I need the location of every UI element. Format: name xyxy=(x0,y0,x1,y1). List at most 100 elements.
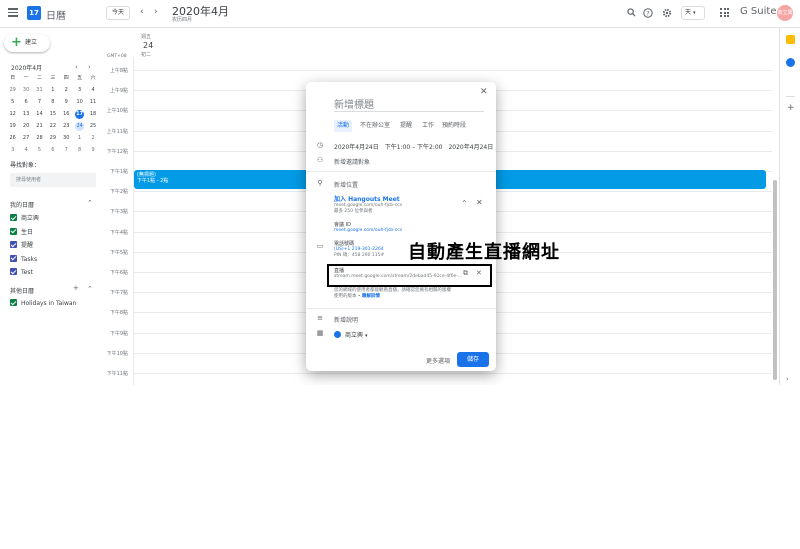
mini-calendar-day[interactable]: 3 xyxy=(75,86,84,95)
learn-more-link[interactable]: 瞭解詳情 xyxy=(362,294,380,299)
mini-calendar-day[interactable]: 6 xyxy=(22,98,31,107)
mini-calendar-day[interactable]: 20 xyxy=(22,122,31,131)
day-number[interactable]: 24 xyxy=(143,41,153,50)
mini-calendar-day[interactable]: 5 xyxy=(8,98,17,107)
add-description-field[interactable]: 新增說明 xyxy=(334,315,358,324)
mini-calendar-day[interactable]: 15 xyxy=(48,110,57,119)
mini-calendar-day[interactable]: 14 xyxy=(35,110,44,119)
checkbox-icon[interactable] xyxy=(10,268,17,275)
add-calendar-icon[interactable]: + xyxy=(73,284,79,292)
chevron-right-icon[interactable]: › xyxy=(154,7,158,17)
remove-conference-icon[interactable]: ✕ xyxy=(476,198,483,207)
event-datetime[interactable]: 2020年4月24日 下午1:00 – 下午2:00 2020年4月24日 xyxy=(334,142,493,151)
checkbox-icon[interactable] xyxy=(10,254,17,262)
search-icon[interactable] xyxy=(626,8,636,18)
chevron-up-icon[interactable]: ⌃ xyxy=(87,199,93,207)
mini-calendar-day[interactable]: 12 xyxy=(8,110,17,119)
mini-calendar-day[interactable]: 6 xyxy=(48,146,57,155)
checkbox-icon[interactable] xyxy=(10,241,17,248)
tab-task[interactable]: 工作 xyxy=(422,120,434,132)
chevron-up-icon[interactable]: ⌃ xyxy=(461,199,468,208)
mini-calendar-day[interactable]: 13 xyxy=(22,110,31,119)
mini-calendar-day[interactable]: 2 xyxy=(62,86,71,95)
other-calendars-title[interactable]: 其他日曆 xyxy=(10,286,34,295)
mini-calendar-day[interactable]: 1 xyxy=(75,134,84,143)
hour-label: 下午5點 xyxy=(109,249,128,256)
mini-calendar-day[interactable]: 23 xyxy=(62,122,71,131)
mini-calendar-day[interactable]: 28 xyxy=(35,134,44,143)
chevron-left-icon[interactable]: ‹ xyxy=(140,7,144,17)
mini-calendar-day[interactable]: 30 xyxy=(62,134,71,143)
mini-next-icon[interactable]: › xyxy=(88,63,91,71)
tab-out-of-office[interactable]: 不在辦公室 xyxy=(360,120,390,132)
mini-prev-icon[interactable]: ‹ xyxy=(75,63,78,71)
more-options-button[interactable]: 更多選項 xyxy=(426,356,450,365)
mini-calendar-day[interactable]: 2 xyxy=(89,134,98,143)
join-hangouts-link[interactable]: 加入 Hangouts Meet xyxy=(334,194,402,203)
apps-grid-icon[interactable] xyxy=(720,8,729,17)
mini-calendar-day[interactable]: 4 xyxy=(22,146,31,155)
mini-calendar-day[interactable]: 10 xyxy=(75,98,84,107)
checkbox-icon[interactable] xyxy=(10,214,17,221)
calendar-list-item[interactable]: 生日 xyxy=(10,227,33,237)
add-addon-icon[interactable]: + xyxy=(787,104,795,113)
mini-calendar-day[interactable]: 4 xyxy=(89,86,98,95)
mini-calendar-day[interactable]: 7 xyxy=(35,98,44,107)
event-title-input[interactable]: 新增標題 xyxy=(334,96,484,112)
mini-calendar-day[interactable]: 24 xyxy=(75,122,85,131)
mini-calendar-day[interactable]: 22 xyxy=(48,122,57,131)
mini-calendar-day[interactable]: 1 xyxy=(48,86,57,95)
chevron-up-icon[interactable]: ⌃ xyxy=(87,285,93,293)
mini-calendar-day[interactable]: 27 xyxy=(22,134,31,143)
view-select[interactable]: 天 ▾ xyxy=(681,6,705,20)
calendar-list-item[interactable]: 提醒 xyxy=(10,241,33,250)
avatar[interactable]: 商立興 xyxy=(777,5,793,21)
my-calendars-title[interactable]: 我的日曆 xyxy=(10,200,34,209)
create-button-label: 建立 xyxy=(25,39,38,46)
scrollbar[interactable] xyxy=(773,180,777,380)
calendar-list-item[interactable]: Tasks xyxy=(10,254,37,264)
keep-icon[interactable] xyxy=(786,35,795,44)
chevron-right-icon[interactable]: › xyxy=(786,375,789,383)
mini-calendar-day[interactable]: 17 xyxy=(75,110,85,119)
mini-calendar-day[interactable]: 21 xyxy=(35,122,44,131)
add-location-field[interactable]: 新增位置 xyxy=(334,180,358,189)
create-button[interactable]: + 建立 xyxy=(4,34,50,52)
search-people-input[interactable]: 搜尋使用者 xyxy=(10,173,96,187)
help-icon[interactable]: ? xyxy=(643,8,653,18)
mini-calendar-day[interactable]: 7 xyxy=(62,146,71,155)
mini-calendar-day[interactable]: 29 xyxy=(48,134,57,143)
mini-calendar-day[interactable]: 11 xyxy=(89,98,98,107)
mini-calendar-day[interactable]: 31 xyxy=(35,86,44,95)
add-guests-field[interactable]: 新增邀請對象 xyxy=(334,157,370,166)
tab-reminder[interactable]: 提醒 xyxy=(400,120,412,132)
tasks-icon[interactable] xyxy=(786,58,795,67)
mini-calendar-day[interactable]: 16 xyxy=(62,110,71,119)
calendar-owner-select[interactable]: 商立興 ▾ xyxy=(334,330,367,339)
gear-icon[interactable] xyxy=(662,8,672,18)
checkbox-icon[interactable] xyxy=(10,299,17,306)
main-menu-icon[interactable] xyxy=(8,8,18,17)
calendar-list-item[interactable]: 商立興 xyxy=(10,214,39,223)
meeting-id-link[interactable]: meet.google.com/ouh-fjcb-ccs xyxy=(334,228,402,233)
view-select-value: 天 xyxy=(685,9,692,16)
checkbox-icon[interactable] xyxy=(10,227,17,235)
mini-calendar-day[interactable]: 3 xyxy=(8,146,17,155)
calendar-list-item[interactable]: Test xyxy=(10,268,33,277)
mini-calendar-day[interactable]: 26 xyxy=(8,134,17,143)
calendar-list-item[interactable]: Holidays in Taiwan xyxy=(10,299,76,308)
mini-calendar-day[interactable]: 18 xyxy=(89,110,98,119)
mini-calendar-day[interactable]: 9 xyxy=(62,98,71,107)
tab-event[interactable]: 活動 xyxy=(334,120,353,132)
mini-calendar-day[interactable]: 9 xyxy=(89,146,98,155)
mini-calendar-day[interactable]: 19 xyxy=(8,122,17,131)
mini-calendar-day[interactable]: 5 xyxy=(35,146,44,155)
mini-calendar-day[interactable]: 30 xyxy=(22,86,31,95)
mini-calendar-day[interactable]: 25 xyxy=(89,122,98,131)
mini-calendar-day[interactable]: 29 xyxy=(8,86,17,95)
tab-appointment-slots[interactable]: 預約時段 xyxy=(442,120,466,132)
mini-calendar-day[interactable]: 8 xyxy=(75,146,84,155)
mini-calendar-day[interactable]: 8 xyxy=(48,98,57,107)
today-button[interactable]: 今天 xyxy=(106,6,130,20)
save-button[interactable]: 儲存 xyxy=(457,352,489,367)
